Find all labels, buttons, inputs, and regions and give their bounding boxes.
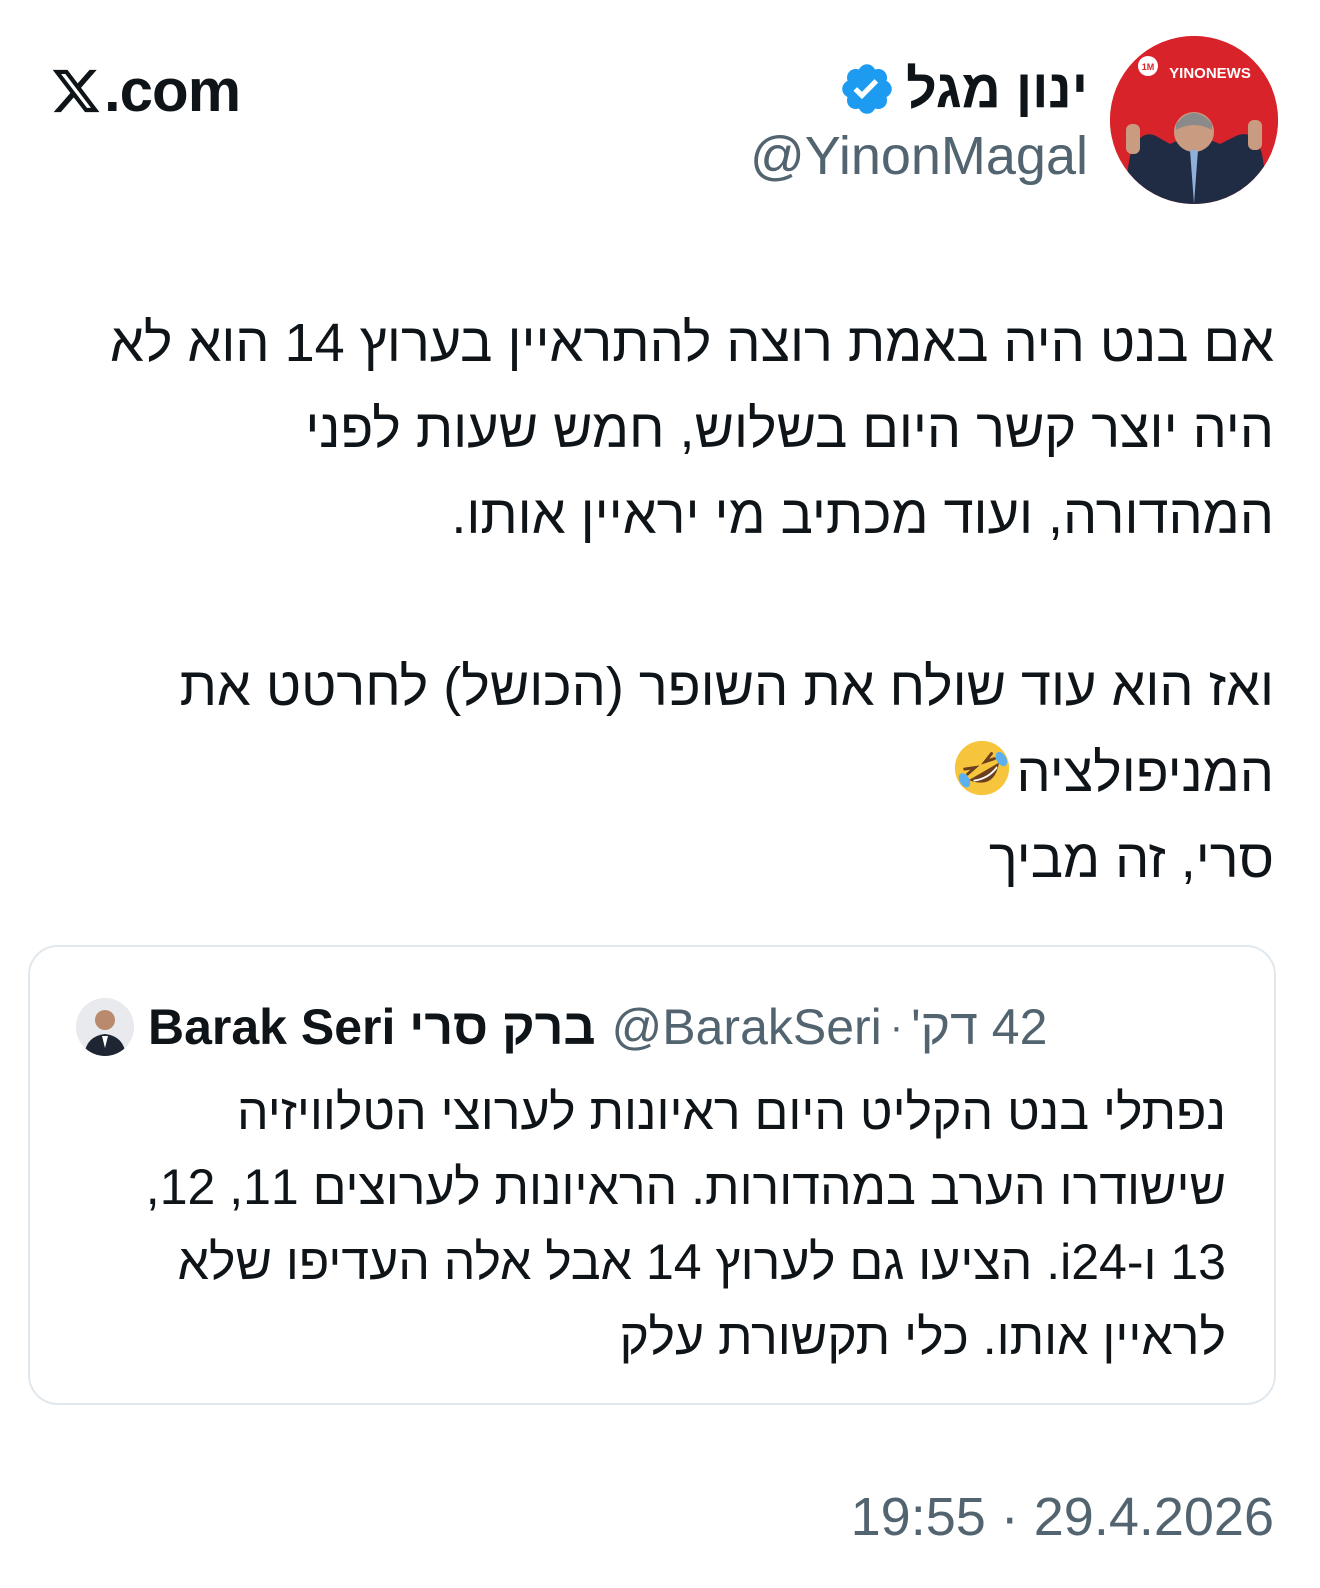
site-name: .com (104, 57, 241, 124)
tweet-timestamp[interactable]: 19:55 · 29.4.2026 (851, 1484, 1274, 1550)
quoted-tweet-header: Barak Seri ברק סרי @BarakSeri · 42 דק' (76, 995, 1047, 1059)
quoted-author-avatar[interactable] (76, 998, 134, 1056)
tweet-text: אם בנט היה באמת רוצה להתראיין בערוץ 14 ה… (34, 300, 1274, 902)
x-logo-icon (52, 69, 100, 113)
quoted-author-handle[interactable]: @BarakSeri (612, 995, 882, 1059)
author-avatar[interactable]: 1M YINONEWS (1110, 36, 1278, 204)
tweet-body-tail: סרי, זה מביך (988, 829, 1274, 889)
quoted-tweet-text: נפתלי בנט הקליט היום ראיונות לערוצי הטלו… (145, 1084, 1226, 1365)
verified-badge-icon (842, 64, 892, 114)
author-name[interactable]: ינון מגל (906, 50, 1088, 128)
svg-text:1M: 1M (1142, 62, 1155, 72)
rolling-on-floor-laughing-emoji-icon (954, 740, 1009, 796)
x-logo[interactable]: .com (50, 56, 241, 126)
separator-dot: · (889, 1004, 904, 1049)
quoted-tweet[interactable]: Barak Seri ברק סרי @BarakSeri · 42 דק' נ… (28, 945, 1276, 1405)
tweet-author: ינון מגל @YinonMagal (750, 50, 1088, 186)
quoted-time-ago[interactable]: 42 דק' (911, 995, 1047, 1059)
author-handle[interactable]: @YinonMagal (750, 126, 1088, 186)
tweet-body: אם בנט היה באמת רוצה להתראיין בערוץ 14 ה… (109, 313, 1274, 803)
svg-text:YINONEWS: YINONEWS (1169, 65, 1251, 82)
quoted-author-name[interactable]: Barak Seri ברק סרי (148, 995, 596, 1059)
